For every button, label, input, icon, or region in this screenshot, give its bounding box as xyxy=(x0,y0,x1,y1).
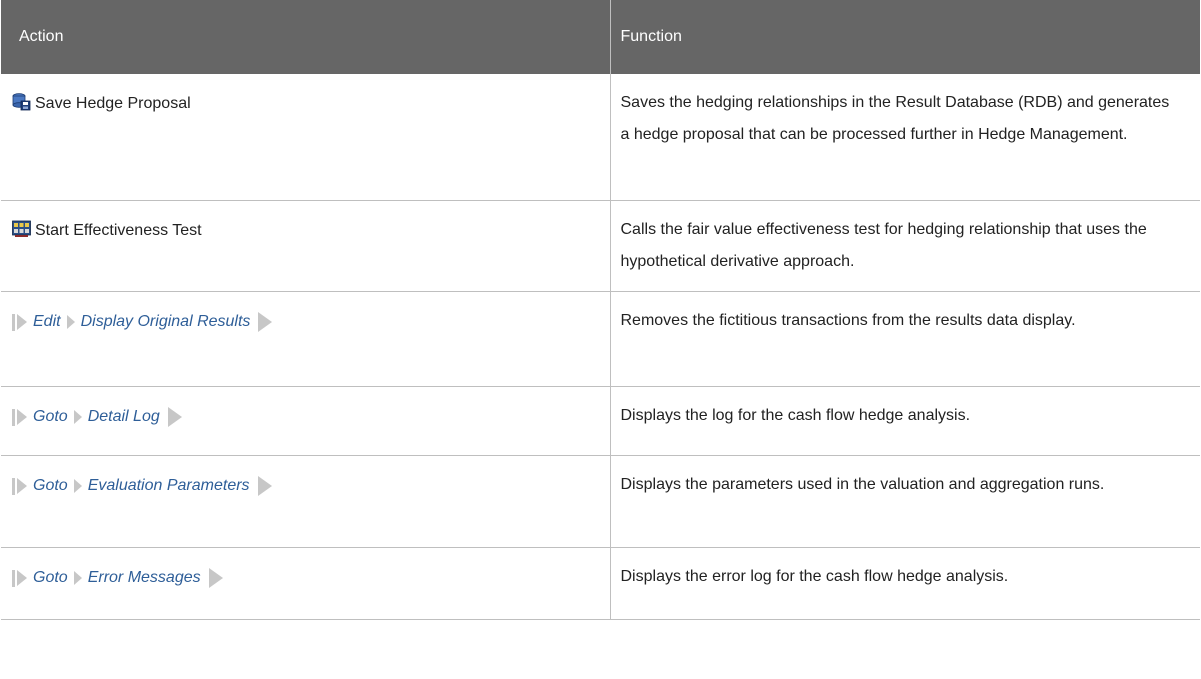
path-start-arrow-icon xyxy=(17,478,27,494)
actions-table: Action Function Save Hedge Proposal Save… xyxy=(1,0,1200,620)
action-cell: Goto Error Messages xyxy=(1,547,611,620)
header-row: Action Function xyxy=(1,0,1200,74)
path-end-icon xyxy=(258,312,273,332)
menu-label: Edit xyxy=(33,313,61,330)
table-row: Goto Detail Log Displays the log for the… xyxy=(1,386,1200,456)
column-header-function: Function xyxy=(610,0,1200,74)
table-row: Start Effectiveness Test Calls the fair … xyxy=(1,200,1200,292)
menu-path[interactable]: Edit Display Original Results xyxy=(12,306,273,338)
path-start-marker xyxy=(12,477,15,495)
path-start-marker xyxy=(12,569,15,587)
path-end-icon xyxy=(257,476,272,496)
menu-path[interactable]: Goto Evaluation Parameters xyxy=(12,470,272,502)
save-database-icon[interactable] xyxy=(12,91,31,111)
path-start-marker xyxy=(12,313,15,331)
path-end-icon xyxy=(208,568,223,588)
function-cell: Calls the fair value effectiveness test … xyxy=(610,200,1200,292)
function-cell: Displays the log for the cash flow hedge… xyxy=(610,386,1200,456)
column-header-action: Action xyxy=(1,0,611,74)
table-row: Goto Error Messages Displays the error l… xyxy=(1,547,1200,620)
function-cell: Displays the error log for the cash flow… xyxy=(610,547,1200,620)
path-start-arrow-icon xyxy=(17,314,27,330)
menu-item-label: Error Messages xyxy=(87,569,201,586)
table-row: Edit Display Original Results Removes th… xyxy=(1,291,1200,387)
menu-path[interactable]: Goto Error Messages xyxy=(12,562,223,594)
action-cell: Save Hedge Proposal xyxy=(1,74,611,201)
path-separator-icon xyxy=(73,479,82,493)
action-label: Save Hedge Proposal xyxy=(35,95,191,112)
menu-item-label: Evaluation Parameters xyxy=(87,477,250,494)
menu-path[interactable]: Goto Detail Log xyxy=(12,401,182,433)
path-end-icon xyxy=(167,407,182,427)
table-row: Save Hedge Proposal Saves the hedging re… xyxy=(1,74,1200,201)
path-start-arrow-icon xyxy=(17,570,27,586)
table-row: Goto Evaluation Parameters Displays the … xyxy=(1,455,1200,548)
path-start-marker xyxy=(12,408,15,426)
menu-item-label: Display Original Results xyxy=(80,313,251,330)
menu-label: Goto xyxy=(33,477,68,494)
effectiveness-test-icon[interactable] xyxy=(12,218,31,237)
function-cell: Saves the hedging relationships in the R… xyxy=(610,74,1200,201)
function-cell: Removes the fictitious transactions from… xyxy=(610,291,1200,387)
action-cell: Goto Detail Log xyxy=(1,386,611,456)
menu-label: Goto xyxy=(33,569,68,586)
function-cell: Displays the parameters used in the valu… xyxy=(610,455,1200,548)
path-start-arrow-icon xyxy=(17,409,27,425)
path-separator-icon xyxy=(73,410,82,424)
menu-item-label: Detail Log xyxy=(87,408,160,425)
action-label: Start Effectiveness Test xyxy=(35,222,202,239)
menu-label: Goto xyxy=(33,408,68,425)
action-cell: Edit Display Original Results xyxy=(1,291,611,387)
path-separator-icon xyxy=(73,571,82,585)
path-separator-icon xyxy=(66,315,75,329)
action-cell: Start Effectiveness Test xyxy=(1,200,611,292)
action-cell: Goto Evaluation Parameters xyxy=(1,455,611,548)
